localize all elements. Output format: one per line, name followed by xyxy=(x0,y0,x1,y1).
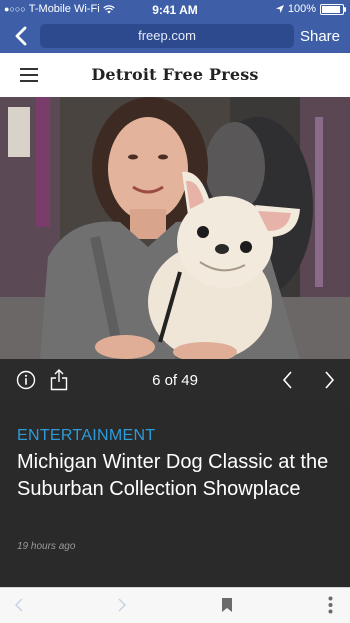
battery-percent: 100% xyxy=(287,3,316,15)
battery-icon xyxy=(320,3,346,15)
bookmark-icon[interactable] xyxy=(221,597,233,613)
more-options-icon[interactable] xyxy=(328,596,333,614)
back-arrow-icon[interactable] xyxy=(10,24,34,48)
photo-counter: 6 of 49 xyxy=(152,372,198,389)
next-photo-icon[interactable] xyxy=(322,370,336,390)
gallery-headline: Michigan Winter Dog Classic at the Subur… xyxy=(17,451,329,500)
caption-area: ENTERTAINMENT Michigan Winter Dog Classi… xyxy=(0,401,350,587)
gallery-photo[interactable] xyxy=(0,97,350,359)
browser-nav-bar: freep.com Share xyxy=(0,20,350,53)
status-right: 100% xyxy=(275,3,346,15)
location-arrow-icon xyxy=(275,5,284,13)
previous-photo-icon[interactable] xyxy=(281,370,295,390)
timestamp: 19 hours ago xyxy=(17,541,76,552)
site-logo[interactable]: Detroit Free Press xyxy=(0,65,350,84)
site-header: Detroit Free Press xyxy=(0,53,350,98)
section-label[interactable]: ENTERTAINMENT xyxy=(17,427,155,445)
browser-forward-icon[interactable] xyxy=(117,598,127,612)
gallery-control-bar: 6 of 49 xyxy=(0,359,350,401)
browser-bottom-toolbar xyxy=(0,587,350,623)
browser-back-icon[interactable] xyxy=(14,598,24,612)
address-bar[interactable]: freep.com xyxy=(40,24,294,48)
status-bar: ●○○○ T-Mobile Wi-Fi 9:41 AM 100% xyxy=(0,0,350,20)
share-button[interactable]: Share xyxy=(300,28,340,45)
